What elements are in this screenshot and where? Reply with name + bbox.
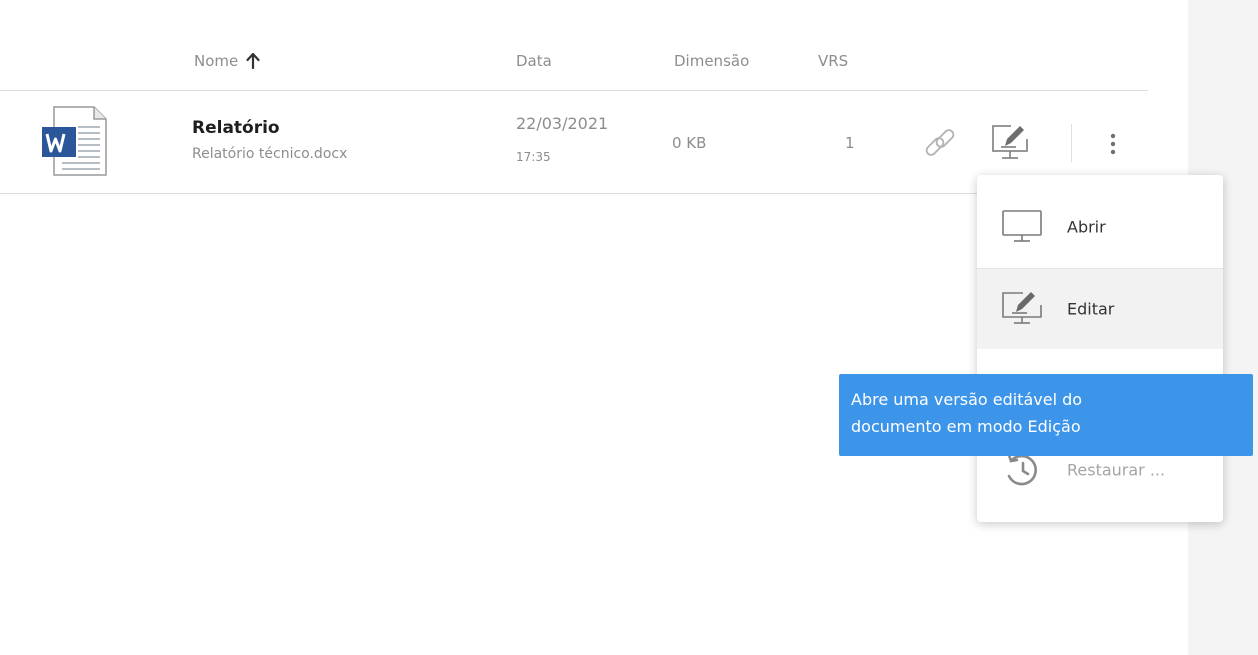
file-name: Relatório técnico.docx — [192, 146, 348, 162]
row-divider — [0, 193, 1148, 194]
more-vertical-icon — [1110, 133, 1116, 155]
menu-item-edit[interactable]: Editar — [977, 269, 1223, 349]
column-header-date-label: Data — [516, 52, 552, 70]
file-version: 1 — [845, 134, 855, 152]
tooltip-line-2: documento em modo Edição — [851, 417, 1081, 436]
column-header-vrs[interactable]: VRS — [818, 52, 848, 70]
file-size: 0 KB — [672, 134, 707, 152]
column-header-name-label: Nome — [194, 52, 239, 70]
monitor-icon — [1002, 210, 1042, 242]
menu-item-restore-label: Restaurar ... — [1067, 460, 1166, 480]
edit-document-button[interactable] — [988, 120, 1034, 164]
actions-menu: Abrir Editar Restaurar ... — [977, 175, 1223, 522]
tooltip: Abre uma versão editável do documento em… — [839, 374, 1253, 456]
word-document-icon — [42, 106, 107, 176]
column-header-size[interactable]: Dimensão — [674, 52, 749, 70]
file-title[interactable]: Relatório — [192, 118, 280, 138]
link-icon — [925, 129, 955, 156]
column-header-vrs-label: VRS — [818, 52, 849, 70]
arrow-up-icon — [246, 53, 260, 69]
edit-document-icon — [992, 125, 1028, 159]
header-divider — [0, 90, 1148, 91]
column-header-date[interactable]: Data — [516, 52, 552, 70]
tooltip-line-1: Abre uma versão editável do — [851, 390, 1083, 409]
file-time: 17:35 — [516, 150, 551, 164]
actions-divider — [1071, 124, 1072, 162]
menu-item-edit-label: Editar — [1067, 299, 1115, 319]
column-header-name[interactable]: Nome — [194, 52, 260, 70]
history-restore-icon — [1007, 453, 1037, 486]
column-header-size-label: Dimensão — [674, 52, 750, 70]
copy-link-button[interactable] — [920, 124, 960, 162]
file-date: 22/03/2021 — [516, 114, 609, 133]
menu-item-open-label: Abrir — [1067, 217, 1106, 237]
menu-item-open[interactable]: Abrir — [977, 187, 1223, 267]
more-options-button[interactable] — [1098, 124, 1128, 164]
monitor-edit-icon — [1002, 292, 1042, 324]
